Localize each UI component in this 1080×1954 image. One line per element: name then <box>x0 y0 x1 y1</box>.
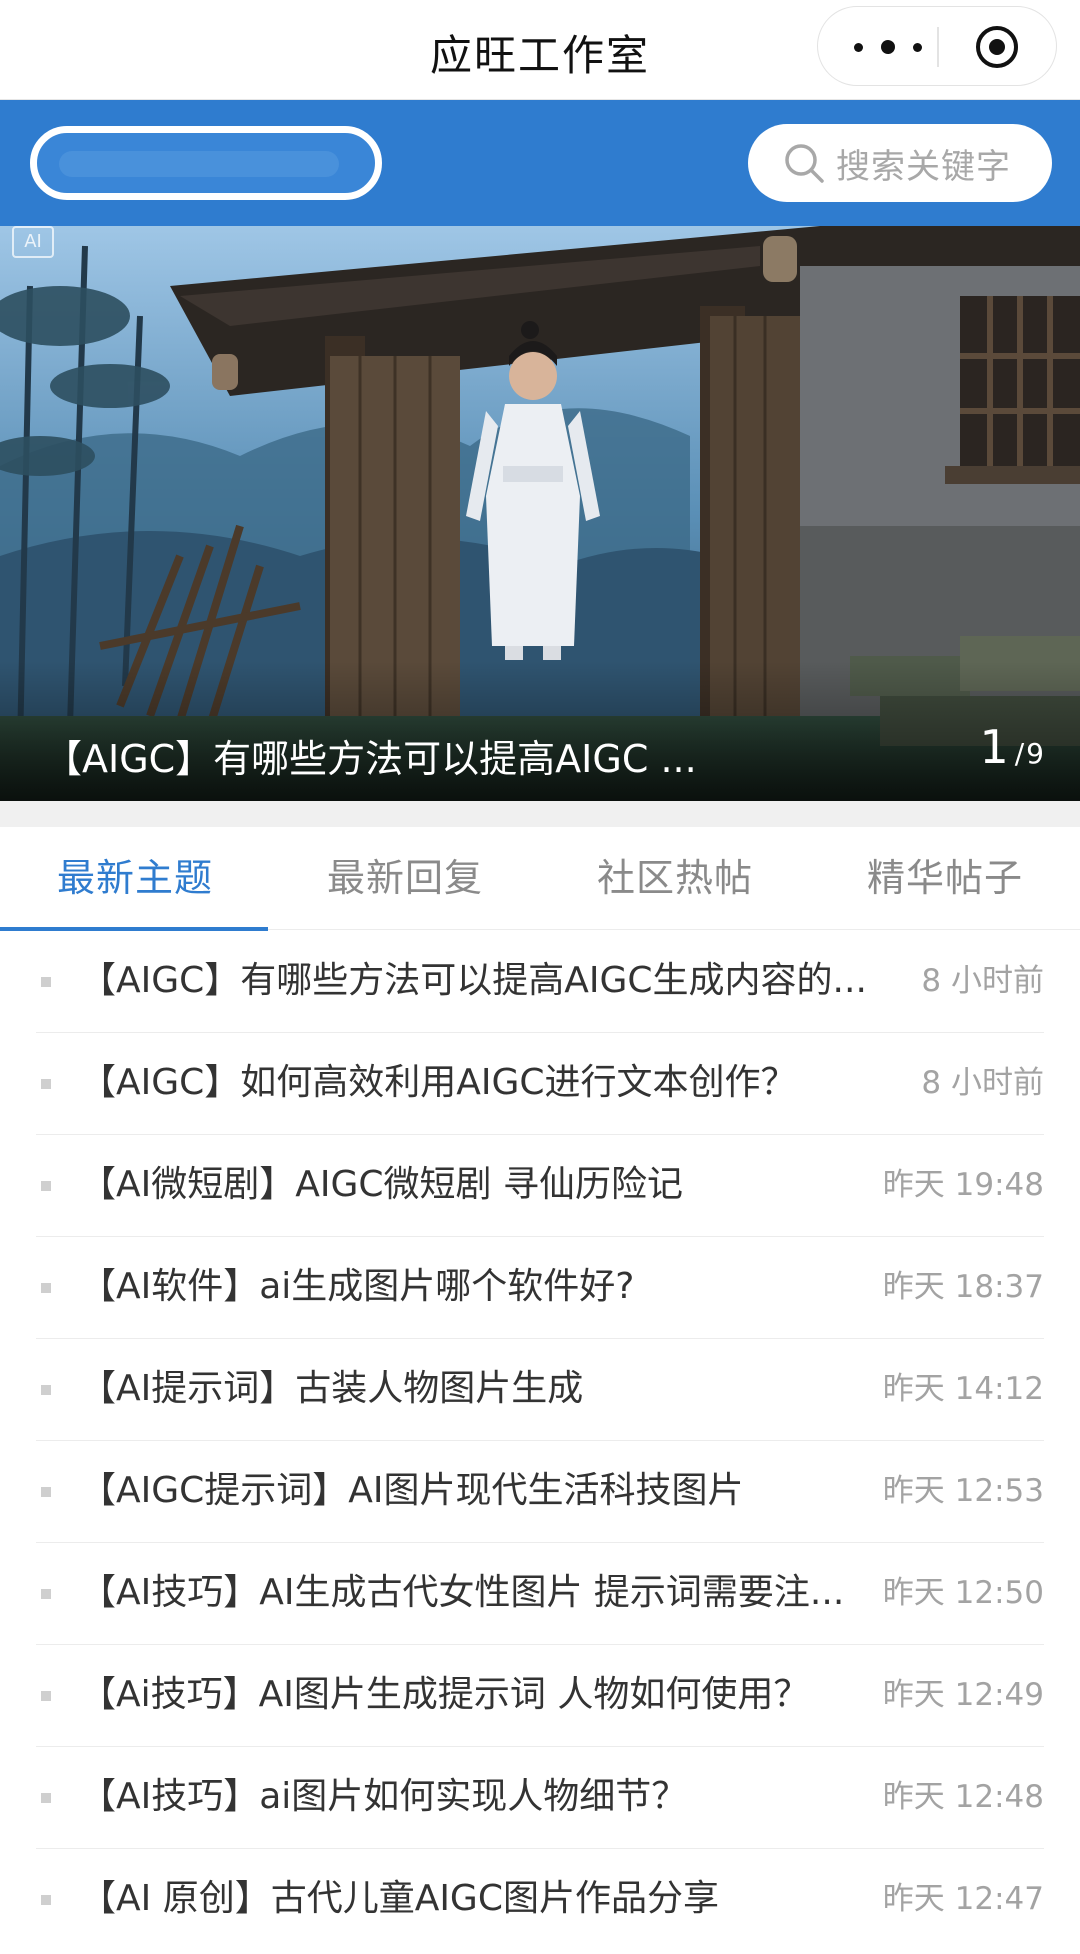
list-item[interactable]: 【AIGC】如何高效利用AIGC进行文本创作？ 8 小时前 <box>36 1033 1044 1135</box>
page: 应旺工作室 搜索关键字 AI 【AIGC】有哪些方法可以提高AIGC ... 1… <box>0 0 1080 1954</box>
post-time: 昨天 14:12 <box>876 1363 1044 1415</box>
post-title[interactable]: 【AI技巧】AI生成古代女性图片 提示词需要注... <box>80 1567 880 1619</box>
list-item[interactable]: 【AI提示词】古装人物图片生成 昨天 14:12 <box>36 1339 1044 1441</box>
post-time: 8 小时前 <box>915 955 1044 1007</box>
post-time: 昨天 18:37 <box>876 1261 1044 1313</box>
more-dots-icon[interactable] <box>854 31 922 63</box>
capsule-menu <box>817 6 1057 86</box>
post-title[interactable]: 【AIGC提示词】AI图片现代生活科技图片 <box>80 1465 880 1517</box>
tab-latest-topics[interactable]: 最新主题 <box>0 827 270 931</box>
list-item[interactable]: 【AI微短剧】AIGC微短剧 寻仙历险记 昨天 19:48 <box>36 1135 1044 1237</box>
post-time: 昨天 12:49 <box>876 1669 1044 1721</box>
tab-featured-posts[interactable]: 精华帖子 <box>810 827 1080 930</box>
title-bar: 应旺工作室 <box>0 0 1080 100</box>
bullet-icon <box>41 1895 51 1905</box>
post-time: 昨天 12:53 <box>876 1465 1044 1517</box>
bullet-icon <box>41 1079 51 1089</box>
post-title[interactable]: 【AI软件】ai生成图片哪个软件好? <box>80 1261 880 1313</box>
banner-total-pages: 9 <box>1026 737 1044 770</box>
list-item[interactable]: 【AIGC提示词】AI图片现代生活科技图片 昨天 12:53 <box>36 1441 1044 1543</box>
post-title[interactable]: 【Ai技巧】AI图片生成提示词 人物如何使用？ <box>80 1669 880 1721</box>
bullet-icon <box>41 1589 51 1599</box>
post-time: 昨天 12:50 <box>876 1567 1044 1619</box>
search-input[interactable]: 搜索关键字 <box>748 124 1052 202</box>
banner-page-separator: / <box>1014 737 1025 770</box>
post-time: 昨天 12:48 <box>876 1771 1044 1823</box>
bullet-icon <box>41 977 51 987</box>
tab-hot-posts[interactable]: 社区热帖 <box>540 827 810 930</box>
bullet-icon <box>41 1691 51 1701</box>
bullet-icon <box>41 1793 51 1803</box>
header-bar: 搜索关键字 <box>0 100 1080 226</box>
target-icon[interactable] <box>976 26 1018 68</box>
logo-blurred-text <box>59 151 339 177</box>
post-title[interactable]: 【AI提示词】古装人物图片生成 <box>80 1363 880 1415</box>
topic-tabs: 最新主题 最新回复 社区热帖 精华帖子 <box>0 827 1080 931</box>
site-logo[interactable] <box>30 126 382 200</box>
search-icon <box>782 141 826 185</box>
list-item[interactable]: 【AI技巧】ai图片如何实现人物细节？ 昨天 12:48 <box>36 1747 1044 1849</box>
post-title[interactable]: 【AIGC】如何高效利用AIGC进行文本创作？ <box>80 1057 880 1109</box>
post-title[interactable]: 【AIGC】有哪些方法可以提高AIGC生成内容的... <box>80 955 880 1007</box>
banner-current-page: 1 <box>979 720 1009 774</box>
capsule-divider <box>937 27 939 67</box>
bullet-icon <box>41 1283 51 1293</box>
section-divider <box>0 801 1080 827</box>
list-item[interactable]: 【AIGC】有哪些方法可以提高AIGC生成内容的... 8 小时前 <box>36 931 1044 1033</box>
tab-latest-replies[interactable]: 最新回复 <box>270 827 540 930</box>
post-title[interactable]: 【AI技巧】ai图片如何实现人物细节？ <box>80 1771 880 1823</box>
bullet-icon <box>41 1487 51 1497</box>
post-title[interactable]: 【AI 原创】古代儿童AIGC图片作品分享 <box>80 1873 880 1925</box>
ai-mark-icon: AI <box>12 226 54 258</box>
list-item[interactable]: 【Ai技巧】AI图片生成提示词 人物如何使用？ 昨天 12:49 <box>36 1645 1044 1747</box>
post-time: 8 小时前 <box>915 1057 1044 1109</box>
bullet-icon <box>41 1385 51 1395</box>
list-item[interactable]: 【AI技巧】AI生成古代女性图片 提示词需要注... 昨天 12:50 <box>36 1543 1044 1645</box>
list-item[interactable]: 【AI软件】ai生成图片哪个软件好? 昨天 18:37 <box>36 1237 1044 1339</box>
banner-carousel[interactable]: AI 【AIGC】有哪些方法可以提高AIGC ... 1 / 9 <box>0 226 1080 801</box>
search-placeholder: 搜索关键字 <box>836 146 1011 187</box>
bullet-icon <box>41 1181 51 1191</box>
banner-pager: 1 / 9 <box>979 720 1044 774</box>
post-time: 昨天 12:47 <box>876 1873 1044 1925</box>
post-title[interactable]: 【AI微短剧】AIGC微短剧 寻仙历险记 <box>80 1159 880 1211</box>
post-list: 【AIGC】有哪些方法可以提高AIGC生成内容的... 8 小时前 【AIGC】… <box>0 931 1080 1951</box>
post-time: 昨天 19:48 <box>876 1159 1044 1211</box>
banner-caption[interactable]: 【AIGC】有哪些方法可以提高AIGC ... <box>44 728 744 783</box>
list-item[interactable]: 【AI 原创】古代儿童AIGC图片作品分享 昨天 12:47 <box>36 1849 1044 1951</box>
